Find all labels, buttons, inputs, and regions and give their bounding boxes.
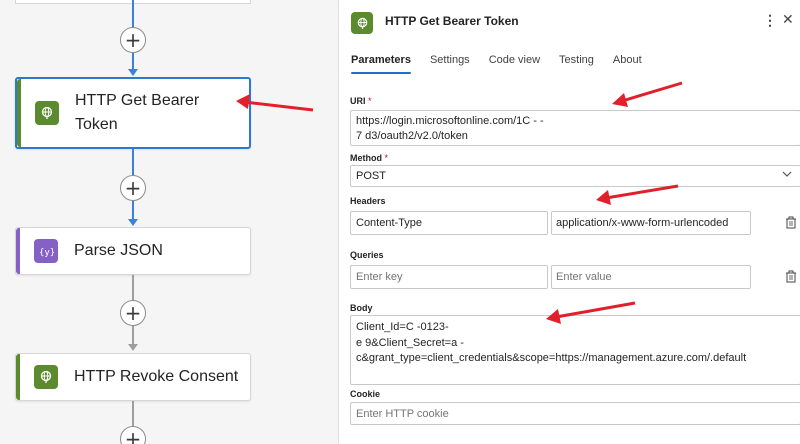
header-value-input[interactable]: application/x-www-form-urlencoded <box>551 211 751 235</box>
flow-step-http-revoke-consent[interactable]: HTTP Revoke Consent <box>15 353 251 401</box>
action-details-panel: HTTP Get Bearer Token ⋮ ✕ Parameters Set… <box>338 0 800 444</box>
chevron-down-icon <box>782 170 792 181</box>
body-line: Client_Id=C -0123- <box>356 321 449 333</box>
connector-arrowhead <box>128 344 138 351</box>
plus-icon: + <box>124 28 142 52</box>
uri-line: https://login.microsoftonline.com/1C - - <box>356 115 544 127</box>
tab-testing[interactable]: Testing <box>559 54 594 74</box>
flow-step-http-get-bearer-token[interactable]: HTTP Get Bearer Token <box>15 77 251 149</box>
card-title-line: HTTP Get Bearer <box>75 92 200 109</box>
body-label: Body <box>350 303 373 313</box>
http-globe-icon <box>35 101 59 125</box>
method-select[interactable]: POST <box>350 165 800 187</box>
add-step-button[interactable]: + <box>120 175 146 201</box>
plus-icon: + <box>124 301 142 325</box>
body-line: c&grant_type=client_credentials&scope=ht… <box>356 352 747 364</box>
queries-label: Queries <box>350 250 384 260</box>
body-line: e 9&Client_Secret=a - <box>356 336 464 349</box>
tab-about[interactable]: About <box>613 54 642 74</box>
query-value-input[interactable]: Enter value <box>551 265 751 289</box>
body-input[interactable]: Client_Id=C -0123- e 9&Client_Secret=a -… <box>350 315 800 385</box>
connector-line <box>132 326 134 344</box>
card-title: HTTP Get Bearer Token <box>75 89 199 137</box>
add-step-button[interactable]: + <box>120 27 146 53</box>
add-step-button[interactable]: + <box>120 426 146 444</box>
more-options-icon[interactable]: ⋮ <box>763 12 777 29</box>
plus-icon: + <box>124 176 142 200</box>
delete-row-icon[interactable] <box>785 270 797 283</box>
panel-title[interactable]: HTTP Get Bearer Token <box>385 14 519 28</box>
card-title: Parse JSON <box>74 242 163 259</box>
method-label-text: Method <box>350 153 382 163</box>
card-accent <box>17 79 21 147</box>
uri-label-text: URI <box>350 96 366 106</box>
required-marker: * <box>384 153 389 163</box>
http-globe-icon <box>351 12 373 34</box>
method-label: Method * <box>350 153 388 163</box>
card-title-line: Token <box>75 116 118 133</box>
method-value: POST <box>356 170 386 182</box>
svg-text:{y}: {y} <box>39 248 54 257</box>
tab-parameters[interactable]: Parameters <box>351 54 411 74</box>
header-key-input[interactable]: Content-Type <box>350 211 548 235</box>
tab-settings[interactable]: Settings <box>430 54 470 74</box>
http-globe-icon <box>34 365 58 389</box>
card-accent <box>16 354 20 400</box>
connector-line <box>132 401 134 427</box>
connector-line <box>132 0 134 28</box>
panel-header: HTTP Get Bearer Token ⋮ ✕ <box>339 0 800 44</box>
close-icon[interactable]: ✕ <box>782 11 794 28</box>
cookie-label: Cookie <box>350 389 381 399</box>
cookie-input[interactable]: Enter HTTP cookie <box>350 402 800 425</box>
flow-canvas: + HTTP Get Bearer Token + {y} Parse JSON… <box>0 0 338 444</box>
uri-line: 7 d3/oauth2/v2.0/token <box>356 130 468 142</box>
connector-line <box>132 275 134 301</box>
plus-icon: + <box>124 427 142 444</box>
panel-tabs: Parameters Settings Code view Testing Ab… <box>351 54 661 74</box>
required-marker: * <box>368 96 372 106</box>
card-accent <box>16 228 20 274</box>
connector-line <box>132 53 134 69</box>
braces-icon: {y} <box>34 239 58 263</box>
uri-label: URI * <box>350 96 372 106</box>
add-step-button[interactable]: + <box>120 300 146 326</box>
connector-line <box>132 149 134 175</box>
connector-arrowhead <box>128 69 138 76</box>
flow-step-parse-json[interactable]: {y} Parse JSON <box>15 227 251 275</box>
connector-arrowhead <box>128 219 138 226</box>
tab-code-view[interactable]: Code view <box>489 54 540 74</box>
headers-label: Headers <box>350 196 386 206</box>
card-title: HTTP Revoke Consent <box>74 368 239 385</box>
delete-row-icon[interactable] <box>785 216 797 229</box>
query-key-input[interactable]: Enter key <box>350 265 548 289</box>
uri-input[interactable]: https://login.microsoftonline.com/1C - -… <box>350 110 800 146</box>
connector-line <box>132 201 134 219</box>
